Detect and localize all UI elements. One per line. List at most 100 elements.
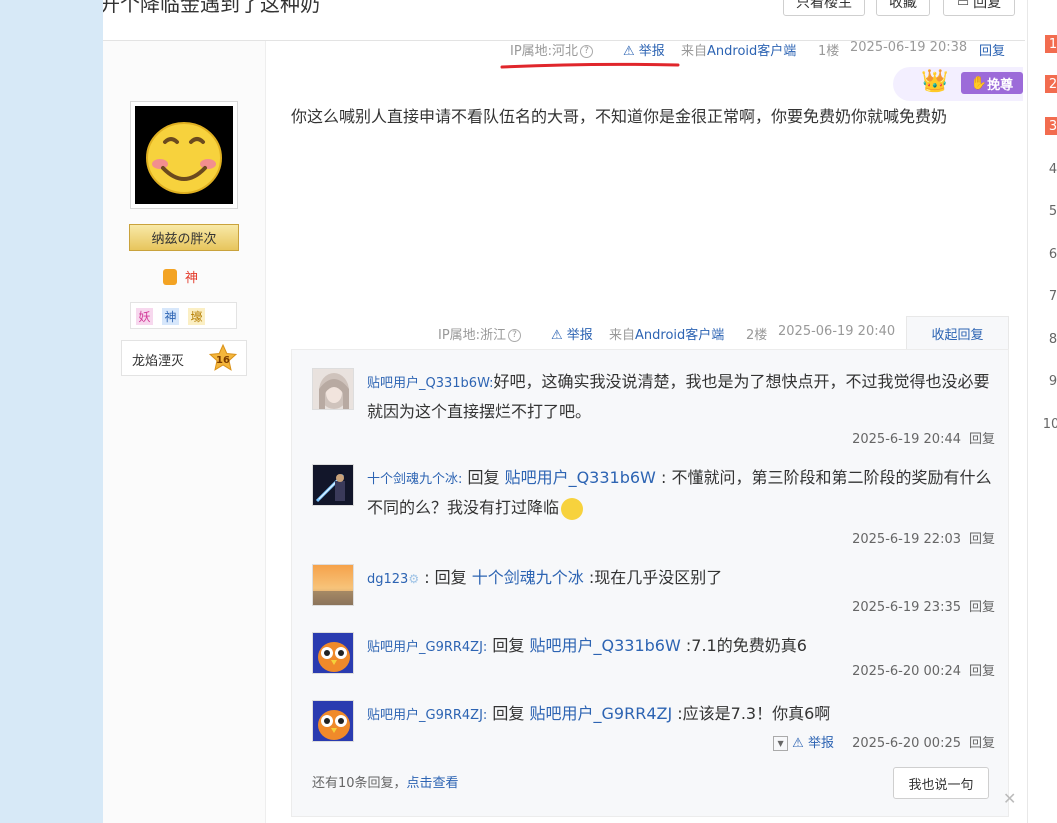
owl-avatar-image	[313, 633, 353, 673]
rank-number[interactable]: 10	[1042, 415, 1057, 433]
comment-reply-link[interactable]: 回复	[969, 432, 995, 447]
author-nameplate[interactable]: 纳兹の胖次	[129, 224, 239, 251]
reply-button-label: 回复	[973, 0, 1002, 11]
comment-meta: 2025-6-20 00:24 回复	[852, 660, 995, 679]
comment-time: 2025-6-20 00:24	[852, 664, 961, 679]
dropdown-toggle-icon[interactable]: ▼	[773, 736, 789, 751]
close-icon[interactable]: ✕	[1003, 789, 1016, 808]
comment-time: 2025-6-20 00:25	[852, 736, 961, 751]
rank-number[interactable]: 8	[1045, 330, 1057, 348]
smiley-avatar-image	[135, 106, 233, 204]
reply-icon: ▭	[956, 0, 970, 10]
comment-user[interactable]: 贴吧用户_G9RR4ZJ:	[367, 640, 487, 655]
list-item: dg123⚙ : 回复 十个剑魂九个冰 :现在几乎没区别了 2025-6-19 …	[312, 564, 995, 624]
floor2-ip: IP属地:浙江?	[438, 324, 522, 343]
comment-report[interactable]: ⚠ 举报	[792, 736, 834, 751]
avatar[interactable]	[312, 564, 354, 606]
rank-number[interactable]: 5	[1045, 202, 1057, 220]
owl-avatar-image	[313, 701, 353, 741]
more-replies: 还有10条回复，点击查看	[312, 776, 459, 791]
comment-reply-link[interactable]: 回复	[969, 600, 995, 615]
rank-number[interactable]: 9	[1045, 372, 1057, 390]
fold-replies-button[interactable]: 收起回复	[906, 316, 1009, 349]
game-character-avatar-image	[313, 465, 353, 505]
view-more-link[interactable]: 点击查看	[407, 776, 459, 791]
comment-user[interactable]: 贴吧用户_Q331b6W:	[367, 376, 494, 391]
comment-list: 贴吧用户_Q331b6W:好吧，这确实我没说清楚，我也是为了想快点开，不过我觉得…	[291, 349, 1009, 817]
list-item: 贴吧用户_G9RR4ZJ: 回复 贴吧用户_Q331b6W :7.1的免费奶真6…	[312, 632, 995, 692]
level-name: 龙焰湮灭	[132, 354, 185, 369]
avatar[interactable]	[312, 368, 354, 410]
floor1-report[interactable]: ⚠ 举报	[623, 40, 665, 59]
comment-reply-link[interactable]: 回复	[969, 736, 995, 751]
rank-number[interactable]: 3	[1045, 117, 1057, 135]
avatar[interactable]	[312, 464, 354, 506]
tag-hao[interactable]: 壕	[188, 308, 205, 325]
comment-ref[interactable]: 贴吧用户_Q331b6W	[530, 636, 681, 655]
red-underline-annotation	[500, 62, 680, 69]
crown-icon: 👑	[921, 69, 949, 94]
floor2-source[interactable]: 来自Android客户端	[609, 324, 724, 343]
comment-reply-link[interactable]: 回复	[969, 532, 995, 547]
floor2-report[interactable]: ⚠ 举报	[551, 324, 593, 343]
comment-user[interactable]: dg123	[367, 572, 408, 587]
only-author-button[interactable]: 只看楼主	[783, 0, 865, 16]
reply-button[interactable]: ▭ 回复	[943, 0, 1015, 16]
thread-main: 开个降临金遇到了这种奶 只看楼主 收藏 ▭ 回复 纳兹の胖次 神 妖 神 壕 龙…	[103, 0, 1025, 823]
avatar[interactable]	[130, 101, 238, 209]
rank-number[interactable]: 7	[1045, 287, 1057, 305]
floor2-floor: 2楼	[746, 328, 768, 343]
comment-meta: 2025-6-19 22:03 回复	[852, 528, 995, 547]
anime-girl-avatar-image	[313, 369, 353, 409]
floor1-source[interactable]: 来自Android客户端	[681, 40, 796, 59]
comment-user[interactable]: 贴吧用户_G9RR4ZJ:	[367, 708, 487, 723]
tag-yao[interactable]: 妖	[136, 308, 153, 325]
god-badge-label: 神	[185, 271, 199, 286]
vip-label[interactable]: ✋ 挽尊	[961, 72, 1023, 94]
rank-number[interactable]: 2	[1045, 75, 1057, 93]
floor2-time: 2025-06-19 20:40	[778, 324, 896, 339]
hand-icon: ✋	[970, 75, 988, 91]
rank-number[interactable]: 4	[1045, 160, 1057, 178]
list-item: 贴吧用户_Q331b6W:好吧，这确实我没说清楚，我也是为了想快点开，不过我觉得…	[312, 368, 995, 448]
floor1-floor: 1楼	[818, 44, 840, 59]
floor1-reply[interactable]: 回复	[979, 40, 1005, 59]
comment-reply-link[interactable]: 回复	[969, 664, 995, 679]
comment-text: dg123⚙ : 回复 十个剑魂九个冰 :现在几乎没区别了	[367, 568, 723, 587]
author-level[interactable]: 龙焰湮灭 16	[121, 340, 247, 376]
favorite-button[interactable]: 收藏	[876, 0, 930, 16]
tag-shen[interactable]: 神	[162, 308, 179, 325]
comment-ref[interactable]: 贴吧用户_G9RR4ZJ	[530, 704, 673, 723]
warning-icon: ⚠	[623, 44, 635, 59]
warning-icon: ⚠	[792, 736, 804, 751]
floor2-meta: IP属地:浙江? ⚠ 举报 来自Android客户端 2楼 2025-06-19…	[103, 324, 1025, 343]
help-icon[interactable]: ?	[508, 329, 522, 342]
comment-time: 2025-6-19 23:35	[852, 600, 961, 615]
avatar[interactable]	[312, 700, 354, 742]
thread-title: 开个降临金遇到了这种奶	[103, 0, 320, 16]
comment-time: 2025-6-19 20:44	[852, 432, 961, 447]
say-something-button[interactable]: 我也说一句	[893, 767, 989, 799]
rank-number[interactable]: 1	[1045, 35, 1057, 53]
avatar[interactable]	[312, 632, 354, 674]
comment-time: 2025-6-19 22:03	[852, 532, 961, 547]
comment-meta: ▼ ⚠ 举报 2025-6-20 00:25 回复	[773, 732, 995, 751]
author-column: 纳兹の胖次 神 妖 神 壕 龙焰湮灭 16	[103, 41, 266, 823]
floor1-ip: IP属地:河北?	[510, 40, 594, 59]
comment-meta: 2025-6-19 20:44 回复	[852, 428, 995, 447]
comment-ref[interactable]: 十个剑魂九个冰	[472, 568, 584, 587]
comment-text: 贴吧用户_G9RR4ZJ: 回复 贴吧用户_G9RR4ZJ :应该是7.3！你真…	[367, 704, 831, 723]
right-rail-ranking: 1 2 3 4 5 6 7 8 9 10	[1027, 0, 1057, 823]
comment-user[interactable]: 十个剑魂九个冰:	[367, 472, 462, 487]
comment-meta: 2025-6-19 23:35 回复	[852, 596, 995, 615]
rank-number[interactable]: 6	[1045, 245, 1057, 263]
comment-ref[interactable]: 贴吧用户_Q331b6W	[505, 468, 656, 487]
thread-title-bar: 开个降临金遇到了这种奶 只看楼主 收藏 ▭ 回复	[103, 0, 1025, 41]
list-item: 十个剑魂九个冰: 回复 贴吧用户_Q331b6W : 不懂就问，第三阶段和第二阶…	[312, 464, 995, 547]
help-icon[interactable]: ?	[580, 45, 594, 58]
warning-icon: ⚠	[551, 328, 563, 343]
level-star-icon: 16	[209, 344, 237, 371]
floor1-meta: IP属地:河北? ⚠ 举报 来自Android客户端 1楼 2025-06-19…	[103, 40, 1025, 59]
level-number: 16	[216, 355, 230, 366]
comment-text: 十个剑魂九个冰: 回复 贴吧用户_Q331b6W : 不懂就问，第三阶段和第二阶…	[367, 464, 997, 522]
